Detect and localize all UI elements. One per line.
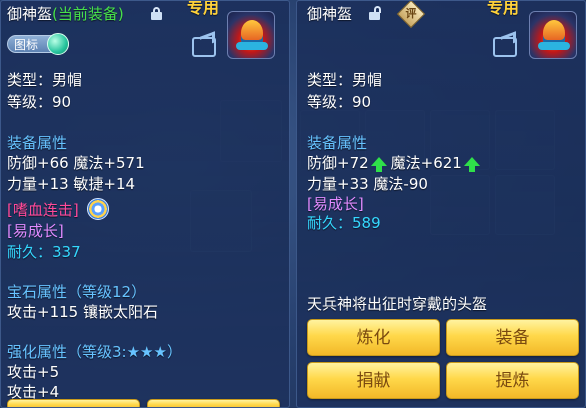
growth-label: [易成长]	[307, 195, 364, 213]
enhance-heading: 强化属性（等级3:★★★）	[7, 343, 182, 361]
gem-line: 攻击+115 镶嵌太阳石	[7, 303, 158, 321]
helmet-item-icon[interactable]	[529, 11, 577, 59]
attr-line-1: 防御+72 魔法+621	[307, 154, 484, 172]
level-line: 等级：90	[7, 93, 72, 111]
helmet-item-icon[interactable]	[227, 11, 275, 59]
durability-line: 耐久：337	[7, 243, 81, 261]
durability-label: 耐久：	[307, 214, 353, 232]
extract-button[interactable]: 提炼	[446, 362, 579, 399]
equip-button[interactable]: 装备	[446, 319, 579, 356]
item-description: 天兵神将出征时穿戴的头盔	[307, 295, 488, 313]
unlock-icon[interactable]	[369, 6, 381, 20]
icon-toggle-label: 图标	[14, 38, 39, 52]
share-icon[interactable]	[192, 37, 216, 57]
durability-line: 耐久：589	[307, 214, 381, 232]
type-line: 类型：男帽	[307, 71, 383, 89]
exclusive-label: 专用	[187, 0, 220, 17]
partial-button[interactable]	[7, 399, 140, 407]
growth-label: [易成长]	[7, 222, 64, 240]
attr-magic: 魔法+621	[390, 154, 462, 172]
compare-equipment-tooltip: 御神盔 评 专用 类型：男帽 等级：90 装备属性 防御+72 魔法+621 力量…	[296, 0, 586, 408]
item-name-line: 御神盔(当前装备)	[7, 5, 124, 23]
attr-line-1: 防御+66 魔法+571	[7, 154, 145, 172]
attr-heading: 装备属性	[7, 134, 68, 152]
exclusive-label: 专用	[487, 0, 520, 17]
durability-value: 589	[352, 214, 381, 232]
lock-icon[interactable]	[151, 7, 162, 20]
refine-button[interactable]: 炼化	[307, 319, 440, 356]
donate-button[interactable]: 捐献	[307, 362, 440, 399]
attr-line-2: 力量+13 敏捷+14	[7, 175, 136, 193]
current-equipped-tag: (当前装备)	[52, 5, 124, 23]
toggle-knob-icon[interactable]	[47, 33, 69, 55]
enhance-line-1: 攻击+5	[7, 363, 60, 381]
up-arrow-icon	[370, 157, 387, 172]
gem-heading: 宝石属性（等级12）	[7, 283, 147, 301]
rating-badge-label: 评	[405, 7, 417, 20]
type-line: 类型：男帽	[7, 71, 83, 89]
attr-defense: 防御+72	[307, 154, 369, 172]
up-arrow-icon	[463, 157, 480, 172]
durability-value: 337	[52, 243, 81, 261]
durability-label: 耐久：	[7, 243, 53, 261]
current-equipment-tooltip: 御神盔(当前装备) 专用 图标 类型：男帽 等级：90 装备属性 防御+66 魔…	[0, 0, 290, 408]
skill-label: [嗜血连击]	[7, 201, 79, 219]
item-name: 御神盔	[7, 5, 53, 23]
level-line: 等级：90	[307, 93, 372, 111]
attr-heading: 装备属性	[307, 134, 368, 152]
item-name: 御神盔	[307, 5, 353, 23]
attr-line-2: 力量+33 魔法-90	[307, 175, 428, 193]
rating-badge-icon[interactable]: 评	[396, 1, 426, 29]
swirl-skill-icon[interactable]	[87, 198, 109, 220]
share-icon[interactable]	[493, 37, 517, 57]
partial-button[interactable]	[147, 399, 280, 407]
